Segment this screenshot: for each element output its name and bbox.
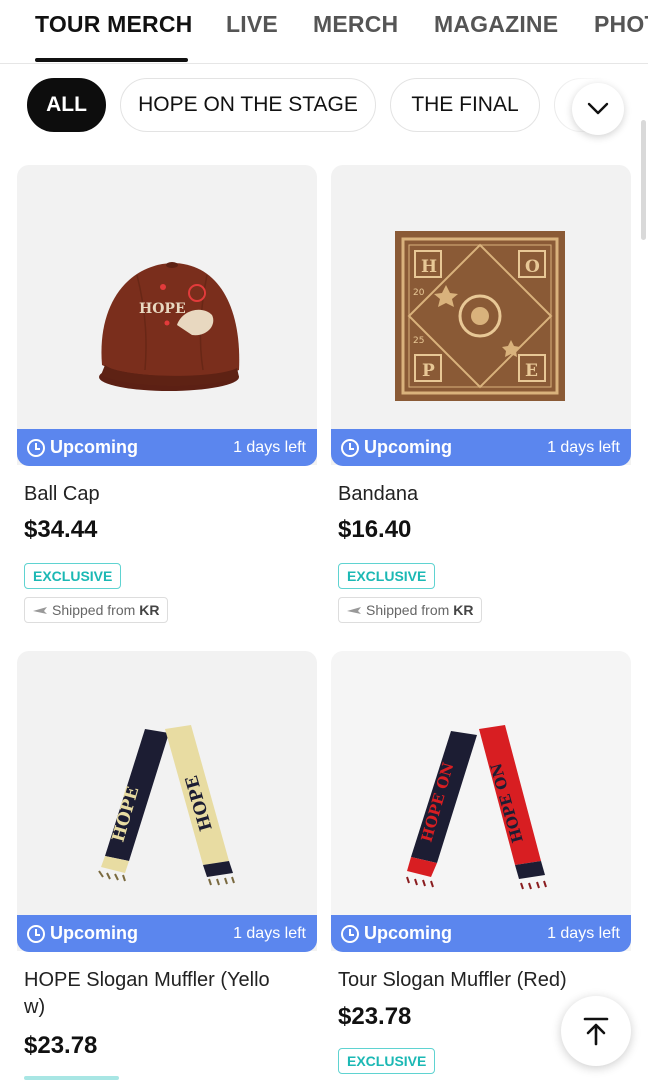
product-image-ball-cap[interactable]: HOPE — [17, 165, 317, 465]
status-label: Upcoming — [364, 923, 452, 943]
expand-filters-button[interactable] — [572, 83, 624, 135]
svg-text:O: O — [525, 257, 540, 277]
product-name[interactable]: Bandana — [338, 481, 628, 508]
exclusive-badge: EXCLUSIVE — [338, 1048, 436, 1074]
clock-icon — [341, 438, 359, 457]
status-bar: Upcoming 1 days left — [17, 429, 317, 466]
product-card-bandana[interactable]: H O P E 20 25 Upcoming 1 days left Banda… — [331, 165, 631, 635]
exclusive-badge: EXCLUSIVE — [24, 563, 122, 589]
yellow-scarf-image: HOPE HOPE — [98, 725, 235, 886]
product-price: $34.44 — [24, 516, 98, 543]
filter-the-final[interactable]: THE FINAL — [390, 78, 540, 132]
filter-hope-on-the-stage[interactable]: HOPE ON THE STAGE — [120, 78, 376, 132]
bandana-image: H O P E 20 25 — [395, 231, 565, 401]
status-bar: Upcoming 1 days left — [331, 429, 631, 466]
svg-text:H: H — [421, 257, 437, 277]
product-name[interactable]: HOPE Slogan Muffler (Yello w) — [24, 967, 314, 1021]
shipping-badge: Shipped from KR — [338, 597, 482, 623]
tab-photo[interactable]: PHOT — [594, 11, 648, 38]
tab-tour-merch[interactable]: TOUR MERCH — [35, 11, 192, 38]
filter-chips: ALL HOPE ON THE STAGE THE FINAL AY — [0, 76, 648, 134]
shipping-badge: Shipped from KR — [24, 597, 168, 623]
product-image-red-muffler[interactable]: HOPE ON HOPE ON — [331, 651, 631, 951]
status-label: Upcoming — [50, 437, 138, 457]
product-name[interactable]: Tour Slogan Muffler (Red) — [338, 967, 628, 994]
days-left: 1 days left — [233, 438, 306, 456]
days-left: 1 days left — [547, 438, 620, 456]
exclusive-badge-partial — [24, 1076, 119, 1080]
chevron-down-icon — [587, 102, 609, 115]
back-to-top-button[interactable] — [561, 996, 631, 1066]
product-price: $23.78 — [24, 1032, 98, 1059]
status-bar: Upcoming 1 days left — [17, 915, 317, 952]
tab-merch[interactable]: MERCH — [313, 11, 398, 38]
status-label: Upcoming — [50, 923, 138, 943]
product-image-yellow-muffler[interactable]: HOPE HOPE — [17, 651, 317, 951]
red-scarf-image: HOPE ON HOPE ON — [406, 725, 547, 890]
top-nav: TOUR MERCH LIVE MERCH MAGAZINE PHOT — [0, 0, 648, 64]
product-price: $16.40 — [338, 516, 412, 543]
clock-icon — [341, 924, 359, 943]
tab-magazine[interactable]: MAGAZINE — [434, 11, 558, 38]
svg-text:E: E — [525, 361, 538, 381]
clock-icon — [27, 924, 45, 943]
product-image-bandana[interactable]: H O P E 20 25 — [331, 165, 631, 465]
product-price: $23.78 — [338, 1003, 412, 1030]
filter-all[interactable]: ALL — [27, 78, 106, 132]
svg-text:HOPE: HOPE — [139, 301, 186, 317]
product-name[interactable]: Ball Cap — [24, 481, 314, 508]
product-card-hope-slogan-muffler[interactable]: HOPE HOPE Upcoming 1 days left HOPE Slog… — [17, 651, 317, 1080]
scrollbar[interactable] — [641, 120, 646, 240]
exclusive-badge: EXCLUSIVE — [338, 563, 436, 589]
active-tab-indicator — [35, 58, 188, 62]
ball-cap-image: HOPE — [99, 262, 240, 391]
plane-icon — [347, 607, 361, 614]
svg-text:25: 25 — [413, 336, 424, 346]
tab-live[interactable]: LIVE — [226, 11, 278, 38]
svg-text:20: 20 — [413, 288, 425, 298]
arrow-up-to-top-icon — [583, 1017, 609, 1046]
product-card-ball-cap[interactable]: HOPE Upcoming 1 days left Ball Cap $34.4… — [17, 165, 317, 635]
plane-icon — [33, 607, 47, 614]
days-left: 1 days left — [233, 924, 306, 942]
status-label: Upcoming — [364, 437, 452, 457]
status-bar: Upcoming 1 days left — [331, 915, 631, 952]
clock-icon — [27, 438, 45, 457]
svg-text:P: P — [422, 361, 435, 381]
days-left: 1 days left — [547, 924, 620, 942]
